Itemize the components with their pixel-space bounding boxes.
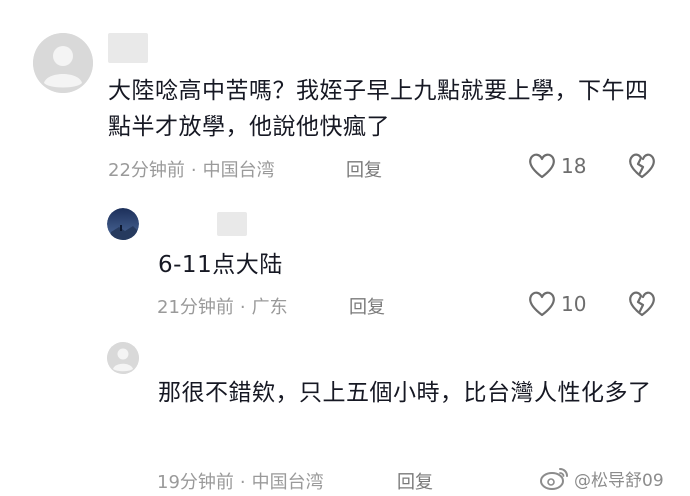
like-count: 18 [561,154,587,178]
reply-button[interactable]: 回复 [397,468,433,494]
comment-text: 6-11点大陆 [158,252,283,278]
comment-meta: 22分钟前 · 中国台湾 [108,156,275,182]
dislike-button[interactable] [627,152,657,180]
meta-separator: · [239,297,246,318]
meta-separator: · [190,160,197,181]
reply-button[interactable]: 回复 [346,156,382,182]
watermark: @松导舒09 [540,465,664,491]
meta-separator: · [239,472,246,493]
watermark-text: @松导舒09 [574,470,664,491]
weibo-logo-icon [540,468,568,490]
comment-text: 大陸唸高中苦嗎？我姪子早上九點就要上學，下午四點半才放學，他說他快瘋了 [108,78,649,140]
comment-text: 那很不錯欸，只上五個小時，比台灣人性化多了 [158,380,652,406]
commenter-avatar[interactable] [107,208,139,240]
broken-heart-icon [629,153,655,179]
comment-time: 22分钟前 [108,160,185,181]
commenter-avatar[interactable] [107,342,139,374]
comment-location: 广东 [251,297,288,318]
comment-item: 大陸唸高中苦嗎？我姪子早上九點就要上學，下午四點半才放學，他說他快瘋了 22分钟… [0,0,690,190]
night-sky-avatar-icon [107,208,139,240]
small-user-avatar-icon [107,342,139,374]
default-user-avatar-icon [33,33,93,93]
comment-time: 21分钟前 [157,297,234,318]
dislike-button[interactable] [627,290,657,318]
commenter-avatar[interactable] [33,33,93,93]
comment-meta: 21分钟前 · 广东 [157,293,288,319]
reply-comment-item: 6-11点大陆 21分钟前 · 广东 回复 10 [0,195,690,325]
like-button[interactable]: 18 [527,152,586,180]
comment-location: 中国台湾 [251,472,324,493]
broken-heart-icon [629,291,655,317]
comment-location: 中国台湾 [202,160,275,181]
heart-icon [529,291,555,317]
reply-button[interactable]: 回复 [349,293,385,319]
comment-time: 19分钟前 [157,472,234,493]
username-redacted [217,212,247,236]
like-button[interactable]: 10 [527,290,586,318]
reply-comment-item: 那很不錯欸，只上五個小時，比台灣人性化多了 19分钟前 · 中国台湾 回复 @松导舒… [0,335,690,496]
like-count: 10 [561,292,587,316]
username-redacted [108,33,148,63]
comment-meta: 19分钟前 · 中国台湾 [157,468,324,494]
heart-icon [529,153,555,179]
